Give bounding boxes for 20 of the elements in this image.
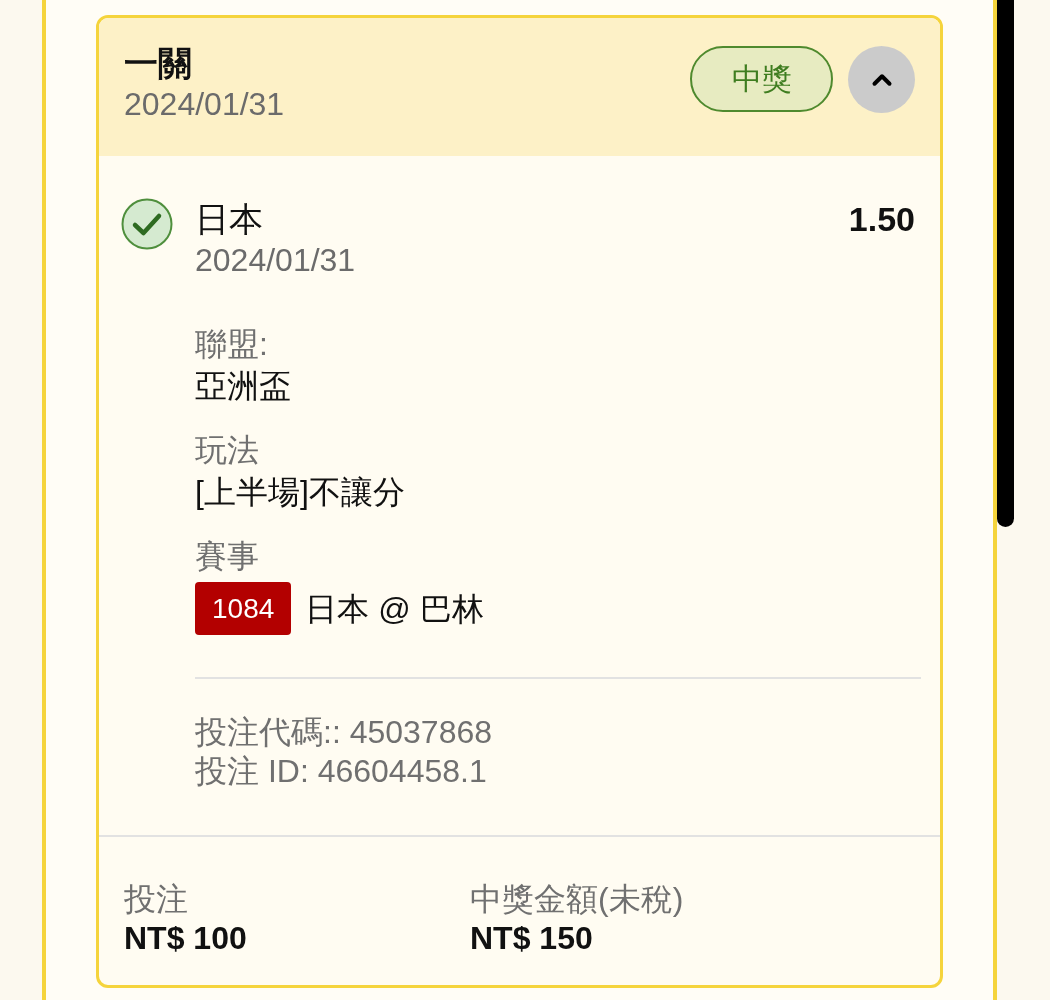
detail-value: 亞洲盃 (195, 367, 291, 406)
odds-value: 1.50 (848, 199, 915, 240)
detail-label: 賽事 (195, 537, 259, 576)
summary-label: 投注 (124, 880, 188, 919)
summary-amount: NT$ 100 (124, 919, 247, 957)
detail-label: 玩法 (195, 431, 259, 470)
bet-type-title: 一關 (124, 43, 192, 84)
detail-label: 聯盟: (195, 325, 268, 364)
bet-date: 2024/01/31 (124, 85, 285, 124)
bet-reference: 投注 ID: 46604458.1 (195, 752, 487, 791)
summary-label: 中獎金額(未稅) (470, 880, 684, 919)
match-date: 2024/01/31 (195, 241, 356, 280)
status-badge: 中獎 (690, 46, 833, 112)
detail-value: [上半場]不讓分 (195, 473, 405, 512)
team-name: 日本 (195, 199, 263, 240)
match-code-badge: 1084 (195, 582, 292, 635)
bet-reference: 投注代碼:: 45037868 (195, 713, 493, 752)
match-teams: 日本 @ 巴林 (305, 589, 484, 629)
summary-amount: NT$ 150 (470, 919, 593, 957)
scrollbar-thumb[interactable] (997, 0, 1014, 527)
